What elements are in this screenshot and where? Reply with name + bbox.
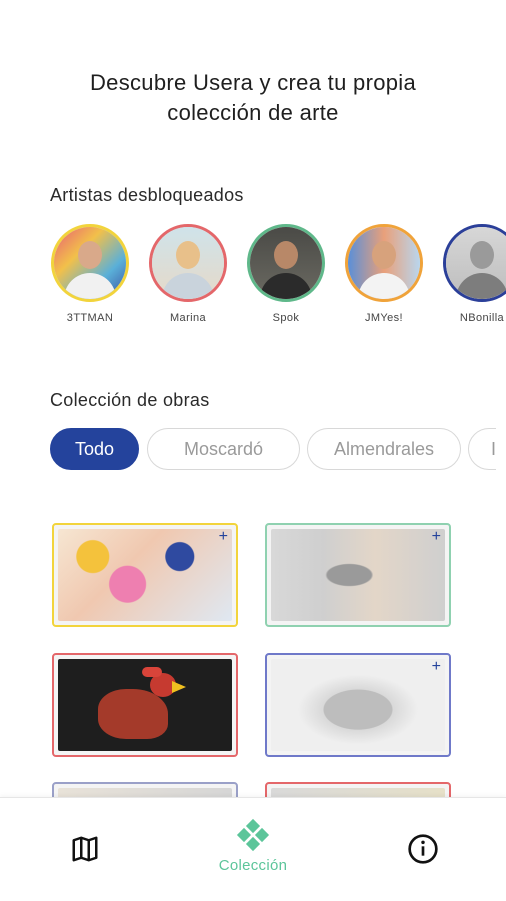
artist-spok[interactable]: Spok: [246, 224, 326, 324]
artist-marina[interactable]: Marina: [148, 224, 228, 324]
nav-collection[interactable]: Colección: [203, 798, 303, 901]
filter-chip-moscardo[interactable]: Moscardó: [147, 428, 300, 470]
title-line-1: Descubre Usera y crea tu propia: [89, 70, 416, 95]
artwork-image: [58, 659, 232, 751]
nav-collection-label: Colección: [218, 857, 288, 874]
collection-section-label: Colección de obras: [50, 390, 210, 410]
artist-nbonilla[interactable]: NBonilla: [442, 224, 506, 324]
map-icon: [72, 836, 98, 862]
diamond-cluster-icon: [236, 818, 270, 852]
artists-carousel[interactable]: 3TTMAN Marina Spok JMYes! NBonilla: [50, 224, 506, 334]
page-title: Descubre Usera y crea tu propia colecció…: [0, 68, 506, 128]
artwork-card-partial-2[interactable]: [265, 782, 451, 798]
filter-chip-almendrales[interactable]: Almendrales: [307, 428, 461, 470]
avatar: [51, 224, 129, 302]
artists-section-label: Artistas desbloqueados: [50, 185, 244, 205]
filter-chip-next[interactable]: I: [468, 428, 496, 470]
artist-name: Spok: [272, 312, 300, 324]
artwork-grid: + + +: [0, 520, 506, 798]
avatar: [443, 224, 506, 302]
artist-name: Marina: [169, 312, 207, 324]
filter-chip-todo[interactable]: Todo: [50, 428, 139, 470]
artist-3ttman[interactable]: 3TTMAN: [50, 224, 130, 324]
add-icon[interactable]: +: [432, 658, 441, 676]
add-icon[interactable]: +: [219, 528, 228, 546]
info-icon: [408, 834, 438, 864]
artwork-card-stone-sculpture[interactable]: +: [265, 653, 451, 757]
artwork-image: [271, 529, 445, 621]
artist-jmyes[interactable]: JMYes!: [344, 224, 424, 324]
title-line-2: colección de arte: [167, 100, 339, 125]
artwork-image: [58, 529, 232, 621]
artist-name: NBonilla: [459, 312, 505, 324]
add-icon[interactable]: +: [432, 528, 441, 546]
avatar: [149, 224, 227, 302]
bottom-navigation: Colección: [0, 797, 506, 901]
filter-chips: Todo Moscardó Almendrales I: [50, 428, 496, 474]
avatar: [345, 224, 423, 302]
avatar: [247, 224, 325, 302]
artwork-card-partial-1[interactable]: [52, 782, 238, 798]
artwork-image: [271, 659, 445, 751]
nav-map[interactable]: [52, 798, 118, 901]
artist-name: JMYes!: [364, 312, 404, 324]
artwork-card-colorful-mural[interactable]: +: [52, 523, 238, 627]
artwork-card-building-mural[interactable]: +: [265, 523, 451, 627]
nav-info[interactable]: [390, 798, 456, 901]
artist-name: 3TTMAN: [66, 312, 114, 324]
artwork-card-rooster-sculpture[interactable]: [52, 653, 238, 757]
